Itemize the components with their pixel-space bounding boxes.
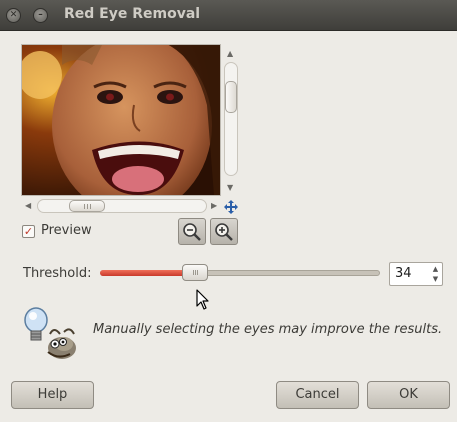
preview-image[interactable] <box>21 44 221 196</box>
mouse-cursor-icon <box>196 289 210 311</box>
spin-down-arrow[interactable]: ▼ <box>429 274 442 284</box>
zoom-out-button[interactable] <box>178 218 206 245</box>
horizontal-scroll-track[interactable] <box>37 199 207 213</box>
gimp-lightbulb-icon <box>20 304 78 362</box>
hint-text: Manually selecting the eyes may improve … <box>93 322 443 337</box>
window-title: Red Eye Removal <box>64 6 201 22</box>
zoom-in-button[interactable] <box>210 218 238 245</box>
preview-checkbox[interactable]: ✓ <box>22 225 35 238</box>
threshold-slider-fill <box>100 270 195 276</box>
scroll-left-arrow[interactable]: ◀ <box>25 202 31 210</box>
horizontal-scroll-thumb[interactable] <box>69 200 105 212</box>
threshold-value[interactable]: 34 <box>395 266 412 281</box>
face-photo <box>22 45 220 195</box>
scroll-down-arrow[interactable]: ▼ <box>227 184 233 192</box>
minimize-icon[interactable]: – <box>33 8 48 23</box>
navigate-icon[interactable] <box>223 199 239 215</box>
window-titlebar[interactable]: ✕ – Red Eye Removal <box>0 0 457 31</box>
scroll-up-arrow[interactable]: ▲ <box>227 50 233 58</box>
vertical-scroll-thumb[interactable] <box>225 81 237 113</box>
help-button[interactable]: Help <box>11 381 94 409</box>
spin-up-arrow[interactable]: ▲ <box>429 264 442 274</box>
scroll-right-arrow[interactable]: ▶ <box>211 202 217 210</box>
threshold-label: Threshold: <box>23 266 92 281</box>
zoom-out-icon <box>183 223 201 241</box>
horizontal-scrollbar[interactable]: ◀ ▶ <box>23 198 223 214</box>
threshold-slider-handle[interactable] <box>182 264 208 281</box>
close-icon[interactable]: ✕ <box>6 8 21 23</box>
threshold-spinbutton[interactable]: 34 ▲ ▼ <box>389 262 443 286</box>
vertical-scroll-track[interactable] <box>224 62 238 176</box>
preview-label[interactable]: Preview <box>41 223 92 238</box>
ok-button[interactable]: OK <box>367 381 450 409</box>
zoom-in-icon <box>215 223 233 241</box>
vertical-scrollbar[interactable]: ▲ ▼ <box>223 48 239 194</box>
cancel-button[interactable]: Cancel <box>276 381 359 409</box>
